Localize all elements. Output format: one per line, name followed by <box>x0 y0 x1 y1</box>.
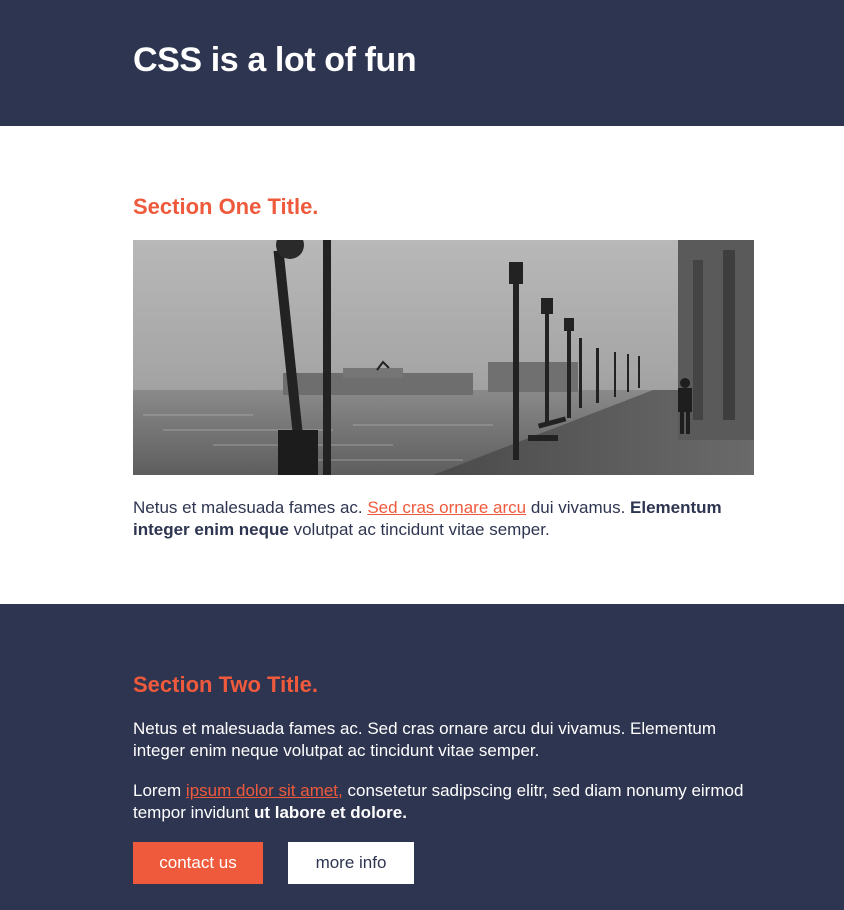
inline-link[interactable]: Sed cras ornare arcu <box>367 498 526 517</box>
inline-link[interactable]: ipsum dolor sit amet, <box>186 781 343 800</box>
section-one: Section One Title. Netus et malesuada fa… <box>0 126 844 604</box>
section-one-paragraph: Netus et malesuada fames ac. Sed cras or… <box>133 497 754 541</box>
section-one-title: Section One Title. <box>133 194 319 219</box>
site-header: CSS is a lot of fun <box>0 0 844 126</box>
hero-image <box>133 240 754 475</box>
foggy-waterfront-photo <box>133 240 754 475</box>
section-two: Section Two Title. Netus et malesuada fa… <box>0 604 844 910</box>
paragraph-text: Lorem <box>133 781 186 800</box>
paragraph-text: Netus et malesuada fames ac. <box>133 498 368 517</box>
more-info-button[interactable]: more info <box>288 842 414 884</box>
section-two-paragraph-2: Lorem ipsum dolor sit amet, consetetur s… <box>133 780 754 824</box>
bold-text: ut labore et dolore. <box>253 803 407 822</box>
section-two-paragraph-1: Netus et malesuada fames ac. Sed cras or… <box>133 719 716 760</box>
paragraph-text: volutpat ac tincidunt vitae semper. <box>288 520 550 539</box>
page-title: CSS is a lot of fun <box>133 41 417 79</box>
paragraph-text: dui vivamus. <box>526 498 631 517</box>
section-two-title: Section Two Title. <box>133 672 318 697</box>
contact-us-button[interactable]: contact us <box>133 842 263 884</box>
